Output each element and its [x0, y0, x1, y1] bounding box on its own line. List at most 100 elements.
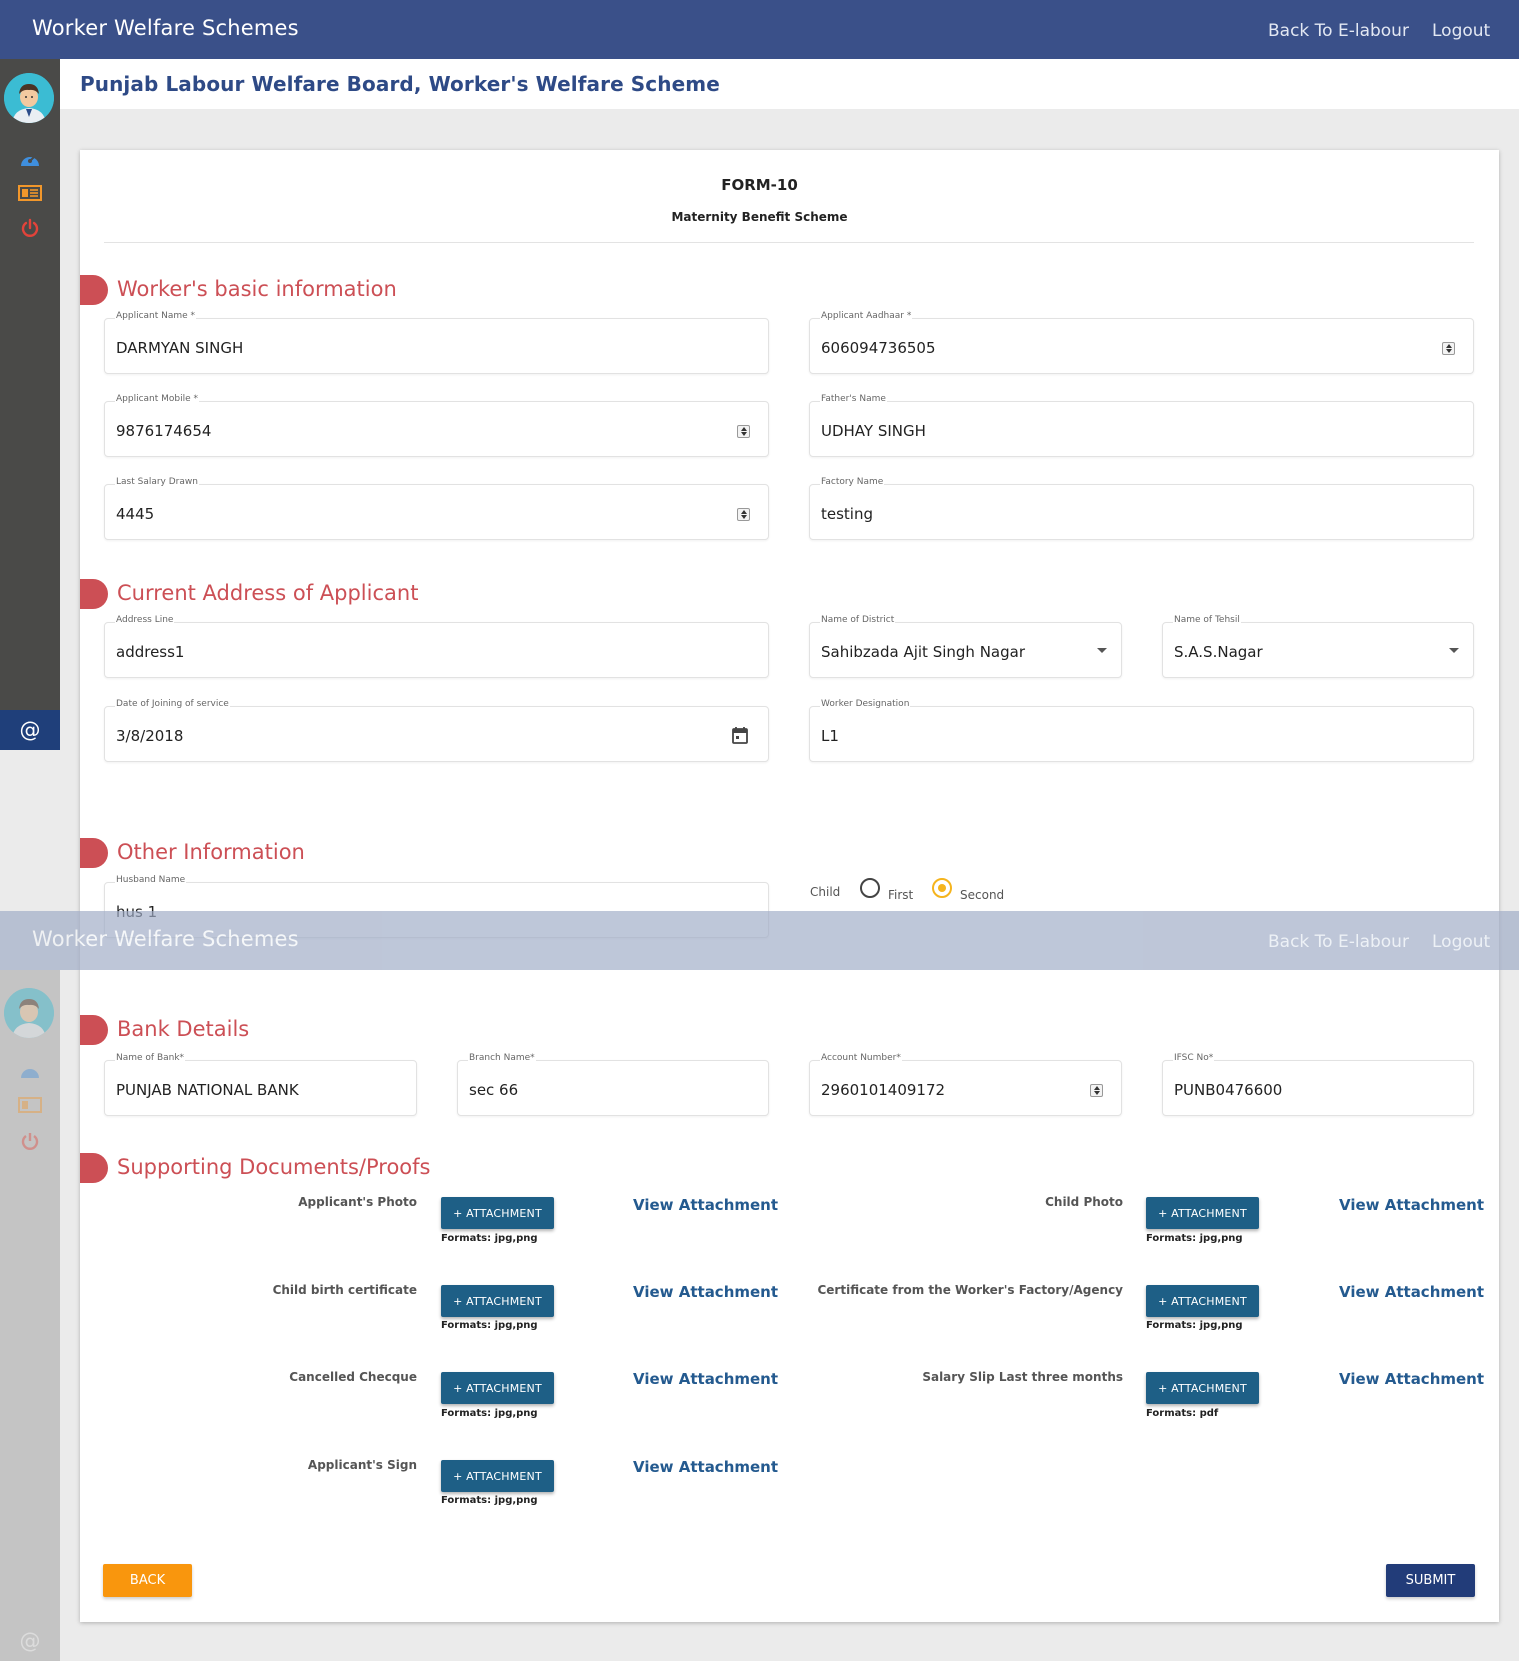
- formats-text: Formats: jpg,png: [441, 1495, 538, 1506]
- sidebar-contact-button: @: [0, 1621, 60, 1661]
- attach-applicant-photo-button[interactable]: + ATTACHMENT: [441, 1197, 554, 1229]
- attach-factory-certificate-button[interactable]: + ATTACHMENT: [1146, 1285, 1259, 1317]
- attach-birth-certificate-button[interactable]: + ATTACHMENT: [441, 1285, 554, 1317]
- field-value: DARMYAN SINGH: [116, 339, 244, 357]
- sidebar: @: [0, 59, 60, 750]
- view-child-photo-link[interactable]: View Attachment: [1339, 1196, 1484, 1214]
- app-brand: Worker Welfare Schemes: [32, 927, 299, 951]
- applicant-name-field[interactable]: Applicant Name * DARMYAN SINGH: [104, 311, 769, 374]
- news-icon[interactable]: [17, 182, 43, 204]
- field-label: Father's Name: [820, 394, 887, 404]
- formats-text: Formats: jpg,png: [441, 1408, 538, 1419]
- doc-label-cancelled-cheque: Cancelled Checque: [289, 1370, 417, 1384]
- submit-button[interactable]: SUBMIT: [1386, 1564, 1475, 1597]
- news-icon: [17, 1094, 43, 1116]
- calendar-icon[interactable]: [732, 726, 748, 748]
- formats-text: Formats: pdf: [1146, 1408, 1219, 1419]
- doc-label-child-photo: Child Photo: [1045, 1195, 1123, 1209]
- power-icon: [17, 1130, 43, 1152]
- number-stepper[interactable]: [737, 425, 750, 438]
- field-value: Sahibzada Ajit Singh Nagar: [821, 643, 1025, 661]
- formats-text: Formats: jpg,png: [441, 1233, 538, 1244]
- chevron-down-icon[interactable]: [1449, 648, 1459, 653]
- address-line-field[interactable]: Address Line address1: [104, 615, 769, 678]
- field-label: IFSC No*: [1173, 1053, 1215, 1063]
- field-label: Applicant Mobile *: [115, 394, 200, 404]
- field-value: PUNJAB NATIONAL BANK: [116, 1081, 299, 1099]
- field-value: testing: [821, 505, 874, 523]
- formats-text: Formats: jpg,png: [441, 1320, 538, 1331]
- logout-link: Logout: [1432, 932, 1491, 952]
- view-applicant-sign-link[interactable]: View Attachment: [633, 1458, 778, 1476]
- mobile-field[interactable]: Applicant Mobile * 9876174654: [104, 394, 769, 457]
- field-label: Name of Bank*: [115, 1053, 186, 1063]
- number-stepper[interactable]: [737, 508, 750, 521]
- field-label: Name of District: [820, 615, 896, 625]
- field-label: Husband Name: [115, 875, 187, 885]
- doc-label-applicant-photo: Applicant's Photo: [298, 1195, 417, 1209]
- field-value: 4445: [116, 505, 155, 523]
- joining-date-field[interactable]: Date of Joining of service 3/8/2018: [104, 699, 769, 762]
- chevron-down-icon[interactable]: [1097, 648, 1107, 653]
- field-label: Applicant Aadhaar *: [820, 311, 913, 321]
- section-title: Current Address of Applicant: [117, 581, 419, 605]
- field-label: Date of Joining of service: [115, 699, 230, 709]
- factory-name-field[interactable]: Factory Name testing: [809, 477, 1474, 540]
- field-value: sec 66: [469, 1081, 519, 1099]
- scheme-name: Maternity Benefit Scheme: [671, 210, 848, 224]
- child-label: Child: [810, 885, 841, 899]
- number-stepper[interactable]: [1442, 342, 1455, 355]
- field-value: 9876174654: [116, 422, 212, 440]
- field-label: Account Number*: [820, 1053, 902, 1063]
- doc-label-child-birth-certificate: Child birth certificate: [272, 1283, 417, 1297]
- user-avatar[interactable]: [4, 73, 54, 123]
- doc-label-applicant-sign: Applicant's Sign: [307, 1458, 417, 1472]
- power-icon[interactable]: [17, 217, 43, 239]
- designation-field[interactable]: Worker Designation L1: [809, 699, 1474, 762]
- top-navbar-duplicate: Worker Welfare Schemes Back To E-labour …: [0, 911, 1519, 970]
- tehsil-select[interactable]: Name of Tehsil S.A.S.Nagar: [1162, 615, 1474, 678]
- field-value: 2960101409172: [821, 1081, 946, 1099]
- sidebar-contact-button[interactable]: @: [0, 710, 60, 750]
- attach-applicant-sign-button[interactable]: + ATTACHMENT: [441, 1460, 554, 1492]
- section-title: Bank Details: [117, 1017, 250, 1041]
- back-to-elabour-link[interactable]: Back To E-labour: [1268, 21, 1409, 41]
- view-cancelled-cheque-link[interactable]: View Attachment: [633, 1370, 778, 1388]
- field-label: Address Line: [115, 615, 175, 625]
- child-second-radio[interactable]: [932, 878, 952, 898]
- attach-cancelled-cheque-button[interactable]: + ATTACHMENT: [441, 1372, 554, 1404]
- attach-child-photo-button[interactable]: + ATTACHMENT: [1146, 1197, 1259, 1229]
- number-stepper[interactable]: [1090, 1084, 1103, 1097]
- view-applicant-photo-link[interactable]: View Attachment: [633, 1196, 778, 1214]
- field-label: Worker Designation: [820, 699, 911, 709]
- aadhaar-field[interactable]: Applicant Aadhaar * 606094736505: [809, 311, 1474, 374]
- attach-salary-slip-button[interactable]: + ATTACHMENT: [1146, 1372, 1259, 1404]
- doc-label-salary-slip: Salary Slip Last three months: [922, 1370, 1123, 1384]
- logout-link[interactable]: Logout: [1432, 21, 1490, 41]
- view-birth-certificate-link[interactable]: View Attachment: [633, 1283, 778, 1301]
- bank-name-field[interactable]: Name of Bank* PUNJAB NATIONAL BANK: [104, 1053, 417, 1116]
- branch-name-field[interactable]: Branch Name* sec 66: [457, 1053, 769, 1116]
- child-first-radio[interactable]: [860, 878, 880, 898]
- back-button[interactable]: BACK: [103, 1564, 192, 1597]
- view-salary-slip-link[interactable]: View Attachment: [1339, 1370, 1484, 1388]
- top-navbar: Worker Welfare Schemes Back To E-labour …: [0, 0, 1519, 59]
- section-title: Supporting Documents/Proofs: [117, 1155, 431, 1179]
- field-label: Factory Name: [820, 477, 885, 487]
- account-number-field[interactable]: Account Number* 2960101409172: [809, 1053, 1122, 1116]
- sidebar-duplicate: @: [0, 970, 60, 1661]
- view-factory-certificate-link[interactable]: View Attachment: [1339, 1283, 1484, 1301]
- dashboard-icon[interactable]: [17, 148, 43, 170]
- form-number: FORM-10: [721, 176, 798, 194]
- formats-text: Formats: jpg,png: [1146, 1320, 1243, 1331]
- last-salary-field[interactable]: Last Salary Drawn 4445: [104, 477, 769, 540]
- field-value: S.A.S.Nagar: [1174, 643, 1263, 661]
- back-to-elabour-link: Back To E-labour: [1268, 932, 1409, 952]
- app-brand[interactable]: Worker Welfare Schemes: [32, 16, 299, 40]
- field-value: 606094736505: [821, 339, 936, 357]
- ifsc-field[interactable]: IFSC No* PUNB0476600: [1162, 1053, 1474, 1116]
- district-select[interactable]: Name of District Sahibzada Ajit Singh Na…: [809, 615, 1122, 678]
- father-name-field[interactable]: Father's Name UDHAY SINGH: [809, 394, 1474, 457]
- doc-label-factory-certificate: Certificate from the Worker's Factory/Ag…: [817, 1283, 1123, 1297]
- field-label: Branch Name*: [468, 1053, 536, 1063]
